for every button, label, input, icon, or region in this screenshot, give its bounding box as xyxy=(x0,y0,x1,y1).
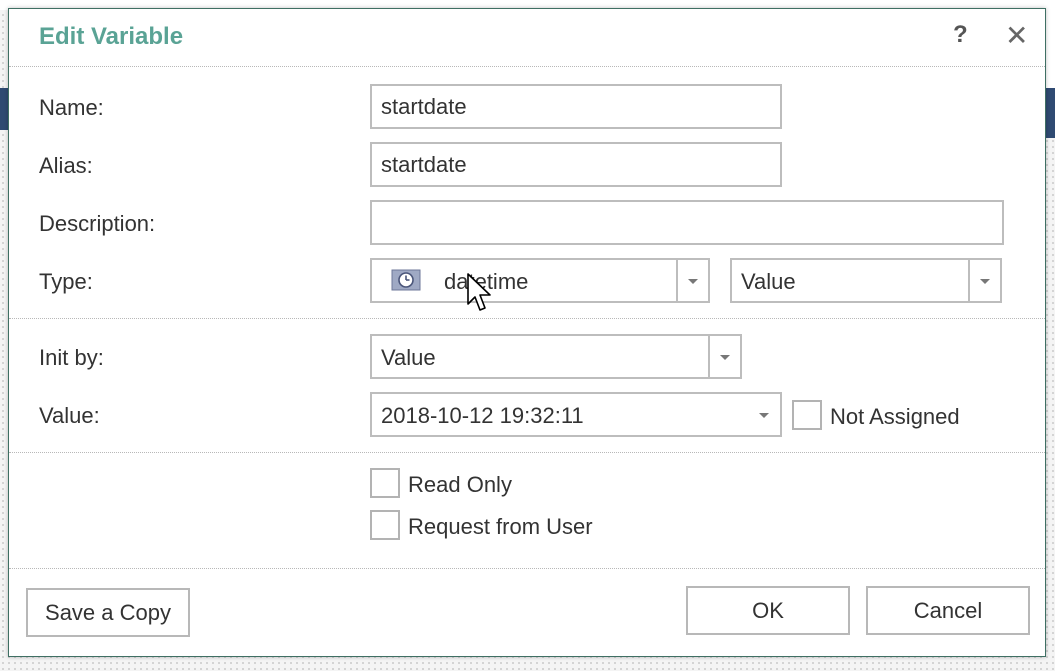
dialog-title: Edit Variable xyxy=(39,23,184,50)
name-label: Name: xyxy=(39,95,104,120)
init-by-select-arrow[interactable] xyxy=(708,336,740,377)
question-mark-icon[interactable]: ? xyxy=(953,21,968,49)
value-datetime-picker[interactable]: 2018-10-12 19:32:11 xyxy=(370,392,782,437)
init-by-select-value: Value xyxy=(381,345,436,370)
type-select-arrow[interactable] xyxy=(676,260,708,301)
request-from-user-checkbox[interactable] xyxy=(370,510,400,540)
value-datetime-text: 2018-10-12 19:32:11 xyxy=(381,403,584,428)
alias-label: Alias: xyxy=(39,153,93,178)
type-select-value: datetime xyxy=(444,269,529,294)
chevron-down-icon xyxy=(980,279,990,284)
background-app-right xyxy=(1046,10,1055,88)
clock-icon xyxy=(391,269,421,291)
type-label: Type: xyxy=(39,269,93,294)
type-divider xyxy=(9,318,1045,319)
background-app-bar-right xyxy=(1046,88,1055,138)
cancel-button[interactable]: Cancel xyxy=(866,586,1030,635)
save-a-copy-button[interactable]: Save a Copy xyxy=(26,588,190,637)
close-icon[interactable]: ✕ xyxy=(1005,19,1028,52)
value-label: Value: xyxy=(39,403,100,428)
chevron-down-icon xyxy=(720,355,730,360)
type-mode-select[interactable]: Value xyxy=(730,258,1002,303)
read-only-label: Read Only xyxy=(408,472,512,497)
description-label: Description: xyxy=(39,211,156,236)
init-by-select[interactable]: Value xyxy=(370,334,742,379)
chevron-down-icon xyxy=(688,279,698,284)
value-divider xyxy=(9,452,1045,453)
ok-button[interactable]: OK xyxy=(686,586,850,635)
description-input[interactable] xyxy=(370,200,1004,245)
chevron-down-icon[interactable] xyxy=(759,413,769,418)
type-select[interactable]: datetime xyxy=(370,258,710,303)
not-assigned-checkbox[interactable] xyxy=(792,400,822,430)
footer-divider xyxy=(9,568,1045,569)
header-divider xyxy=(9,66,1045,67)
not-assigned-label: Not Assigned xyxy=(830,404,960,429)
name-input[interactable] xyxy=(370,84,782,129)
edit-variable-dialog: Edit Variable ? ✕ Name: Alias: Descripti… xyxy=(8,8,1046,657)
alias-input[interactable] xyxy=(370,142,782,187)
request-from-user-label: Request from User xyxy=(408,514,593,539)
type-mode-select-arrow[interactable] xyxy=(968,260,1000,301)
type-mode-select-value: Value xyxy=(741,269,796,294)
init-by-label: Init by: xyxy=(39,345,104,370)
read-only-checkbox[interactable] xyxy=(370,468,400,498)
